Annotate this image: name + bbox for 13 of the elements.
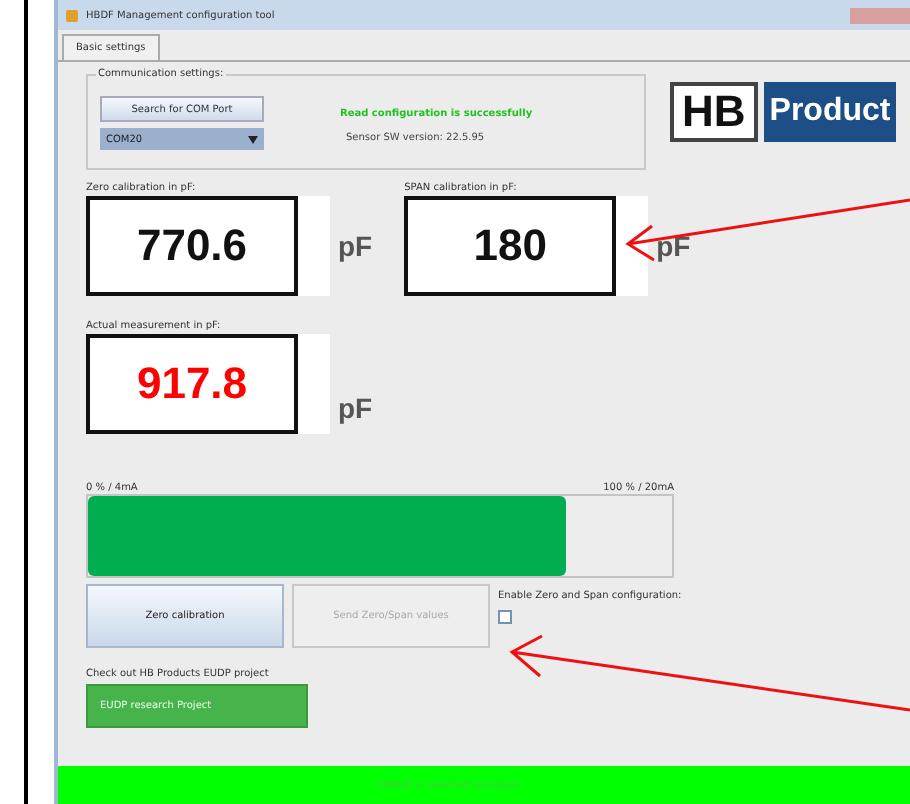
value-field: 917.8 [86,334,298,434]
logo: HB Product [670,82,897,142]
dropdown-caret-icon [248,135,258,143]
app-icon [66,9,78,21]
field-padding [616,196,649,296]
value-field[interactable]: 770.6 [86,196,298,296]
unit-label: pF [338,392,373,424]
field-padding [298,334,330,434]
value-field[interactable]: 180 [404,196,617,296]
field-padding [298,196,330,296]
checkbox[interactable] [498,610,512,624]
unit-label: pF [338,230,373,262]
unit-label: pF [656,230,691,262]
